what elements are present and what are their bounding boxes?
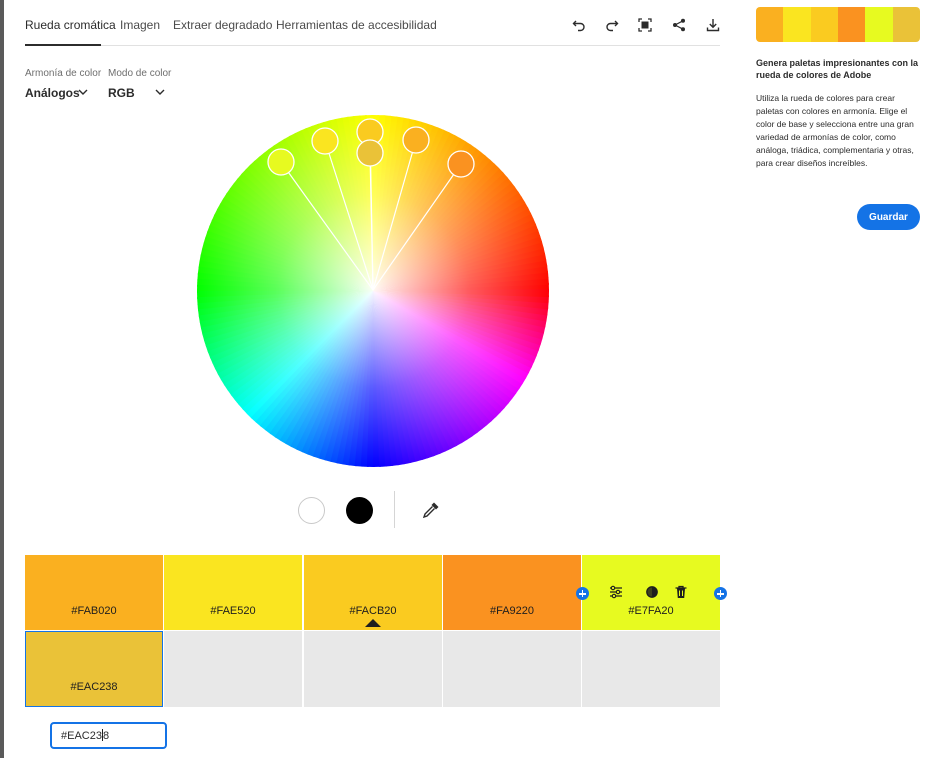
palette-preview[interactable]: [756, 7, 920, 42]
color-mode-dropdown[interactable]: RGB: [108, 86, 135, 100]
preview-swatch: [865, 7, 893, 42]
trash-icon[interactable]: [674, 585, 688, 599]
divider: [394, 491, 395, 528]
tab-color-wheel[interactable]: Rueda cromática: [25, 18, 116, 32]
harmony-label: Armonía de color: [25, 68, 102, 79]
swatch-hex: #FACB20: [349, 605, 397, 617]
wheel-handle-eac238[interactable]: [356, 139, 384, 167]
white-swatch-icon[interactable]: [298, 497, 325, 524]
wheel-handle-fae520[interactable]: [311, 127, 339, 155]
color-mode-label: Modo de color: [108, 68, 172, 79]
empty-swatch-slot: [164, 631, 302, 707]
chevron-down-icon[interactable]: [155, 88, 165, 96]
chevron-down-icon[interactable]: [78, 88, 88, 96]
active-tab-indicator: [25, 44, 101, 46]
tab-image[interactable]: Imagen: [120, 18, 160, 32]
base-color-marker-icon: [365, 619, 381, 627]
wheel-handle-e7fa20[interactable]: [267, 148, 295, 176]
swatch-hex: #FAB020: [71, 605, 117, 617]
add-color-icon[interactable]: [576, 587, 589, 600]
preview-swatch: [810, 7, 838, 42]
preview-swatch: [892, 7, 920, 42]
swatch-hex: #EAC238: [70, 681, 118, 693]
window-edge: [0, 0, 4, 758]
share-icon[interactable]: [671, 17, 687, 33]
tab-extract-gradient[interactable]: Extraer degradado: [173, 18, 272, 32]
swatch-hex: #FAE520: [210, 605, 256, 617]
wheel-handle-fab020[interactable]: [402, 126, 430, 154]
wheel-saturation-overlay: [197, 115, 549, 467]
color-wheel[interactable]: [190, 110, 556, 472]
redo-icon[interactable]: [604, 17, 620, 33]
empty-swatch-slot: [582, 631, 720, 707]
palette-swatch[interactable]: #FAB020: [25, 555, 163, 630]
adjust-sliders-icon[interactable]: [609, 585, 623, 599]
hex-input-value: #EAC238: [61, 729, 110, 742]
black-swatch-icon[interactable]: [346, 497, 373, 524]
wheel-handle-fa9220[interactable]: [447, 150, 475, 178]
sidebar-title: Genera paletas impresionantes con la rue…: [756, 58, 919, 80]
add-color-icon[interactable]: [714, 587, 727, 600]
undo-icon[interactable]: [571, 17, 587, 33]
contrast-icon[interactable]: [645, 585, 659, 599]
hex-input[interactable]: #EAC238: [50, 722, 167, 749]
preview-swatch: [756, 7, 784, 42]
text-caret: [101, 729, 103, 741]
harmony-dropdown[interactable]: Análogos: [25, 86, 80, 100]
empty-swatch-slot: [304, 631, 442, 707]
fit-screen-icon[interactable]: [637, 17, 653, 33]
eyedropper-icon[interactable]: [421, 500, 441, 520]
sidebar-description: Utiliza la rueda de colores para crear p…: [756, 93, 914, 168]
preview-swatch: [783, 7, 811, 42]
empty-swatch-slot: [443, 631, 581, 707]
save-button[interactable]: Guardar: [857, 204, 920, 230]
preview-swatch: [837, 7, 866, 42]
palette-swatch-selected[interactable]: #EAC238: [25, 631, 163, 707]
tab-accessibility-tools[interactable]: Herramientas de accesibilidad: [276, 18, 437, 32]
swatch-hex: #E7FA20: [628, 605, 674, 617]
palette-swatch[interactable]: #FA9220: [443, 555, 581, 630]
download-icon[interactable]: [705, 17, 721, 33]
swatch-hex: #FA9220: [489, 605, 535, 617]
palette-swatch[interactable]: #FAE520: [164, 555, 302, 630]
